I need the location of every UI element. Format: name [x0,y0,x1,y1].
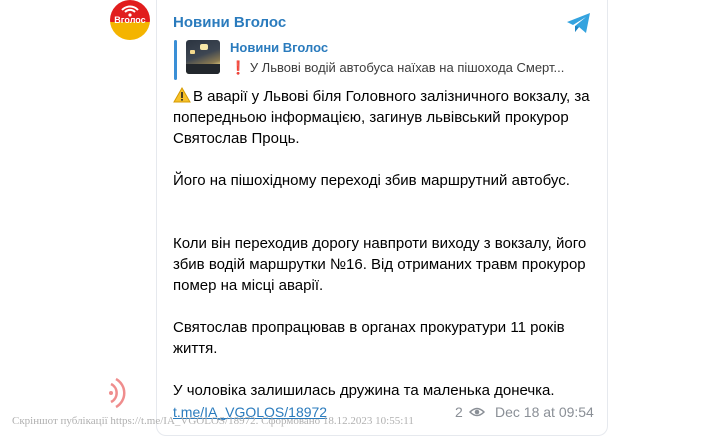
view-count: 2 [455,404,463,420]
quote-thumbnail[interactable] [186,40,220,74]
telegram-icon[interactable] [566,12,592,34]
channel-name[interactable]: Новини Вголос [173,14,286,31]
avatar-logo-text: Вголос [114,15,146,25]
quote-title[interactable]: Новини Вголос [230,40,328,55]
red-exclamation-icon: ❗ [230,60,247,75]
screenshot-watermark: Скріншот публікації https://t.me/IA_VGOL… [12,415,414,427]
post-paragraph: У чоловіка залишилась дружина та маленьк… [173,382,555,399]
post-paragraph: Святослав пропрацював в органах прокурат… [173,319,565,357]
channel-avatar[interactable]: Вголос [110,0,150,40]
post-paragraph: Його на пішохідному переході збив маршру… [173,172,570,189]
quote-snippet[interactable]: ❗ У Львові водій автобуса наїхав на пішо… [230,60,592,76]
quote-snippet-text: У Львові водій автобуса наїхав на пішохо… [249,60,565,75]
post-paragraph: Коли він переходив дорогу навпроти виход… [173,235,587,294]
eye-icon [469,407,485,417]
post-date[interactable]: Dec 18 at 09:54 [495,404,594,420]
warning-icon [173,87,191,103]
post-paragraph: В аварії у Львові біля Головного залізни… [173,87,590,147]
quote-bar [174,40,177,80]
signal-watermark-icon [109,377,126,409]
